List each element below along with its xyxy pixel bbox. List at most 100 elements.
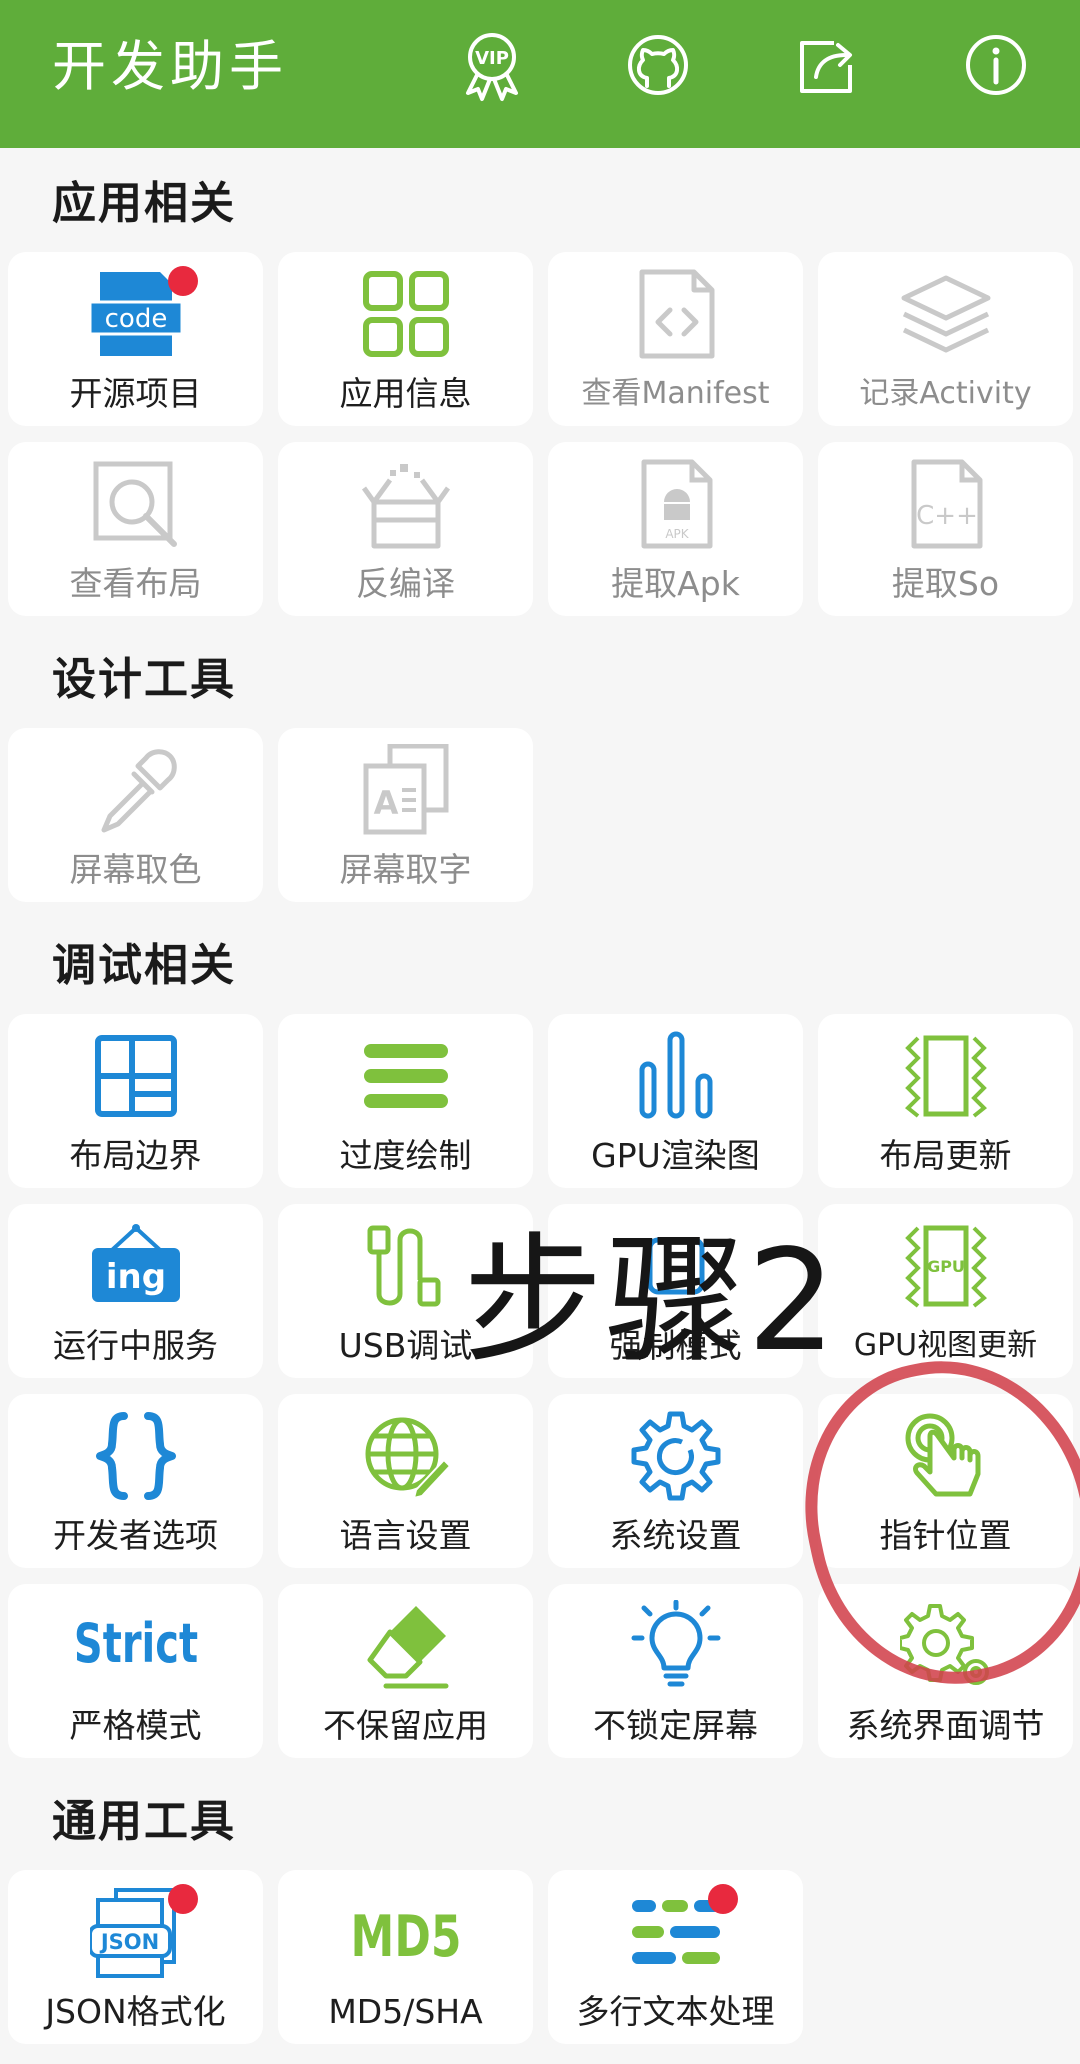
tile-extract-apk[interactable]: APK 提取Apk [548,442,803,616]
section-title-general: 通用工具 [52,1796,236,1847]
tile-label-screen-color: 屏幕取色 [69,850,202,889]
gpu-chip-icon-text: GPU [927,1257,965,1276]
cpp-file-icon: C++ [911,459,983,549]
md5-text-icon-text: MD5 [351,1905,462,1971]
tile-screen-color[interactable]: 屏幕取色 [8,728,263,902]
strict-text-icon: Strict [74,1613,198,1676]
tile-label-multiline-text: 多行文本处理 [576,1992,775,2031]
tile-extract-so[interactable]: C++ 提取So [818,442,1073,616]
globe-pencil-icon [365,1417,452,1500]
grid-icon [363,271,449,357]
tile-decompile[interactable]: 反编译 [278,442,533,616]
tile-screen-text[interactable]: A 屏幕取字 [278,728,533,902]
tile-label-stay-awake: 不锁定屏幕 [593,1706,758,1745]
tile-label-md5-sha: MD5/SHA [328,1992,483,2031]
share-button[interactable] [790,27,866,103]
tile-label-decompile: 反编译 [356,564,455,603]
gpu-chip-icon: GPU [905,1225,987,1308]
new-badge [168,1884,198,1914]
apk-file-icon-text: APK [665,527,689,541]
tile-label-developer-options: 开发者选项 [53,1516,218,1555]
ing-sign-icon: ing [92,1224,180,1302]
tile-label-system-ui-tuner: 系统界面调节 [846,1706,1045,1745]
vip-badge-text: VIP [475,48,509,69]
tile-gpu-render[interactable]: GPU渲染图 [548,1014,803,1188]
tile-layout-bounds[interactable]: 布局边界 [8,1014,263,1188]
code-file-icon-text: code [105,304,168,334]
tile-developer-options[interactable]: 开发者选项 [8,1394,263,1568]
tile-md5-sha[interactable]: MD5 MD5/SHA [278,1870,533,2044]
gear-icon [631,1411,721,1501]
tile-label-json-format: JSON格式化 [45,1992,226,2031]
step-annotation: 步骤2 [463,1220,839,1383]
section-title-app: 应用相关 [52,178,236,229]
tile-label-app-info: 应用信息 [339,374,472,413]
braces-icon [96,1412,176,1500]
github-icon [628,35,688,95]
app-bar: 开发助手 VIP [0,0,1080,148]
tile-strict-mode[interactable]: Strict 严格模式 [8,1584,263,1758]
tile-label-system-settings: 系统设置 [609,1516,742,1555]
tile-multiline-text[interactable]: 多行文本处理 [548,1870,803,2044]
tile-label-layout-update: 布局更新 [879,1136,1012,1175]
tile-label-gpu-view-update: GPU视图更新 [853,1328,1038,1363]
tile-gpu-view-update[interactable]: GPU GPU视图更新 [818,1204,1073,1378]
json-file-icon-text: JSON [99,1930,159,1954]
share-icon [800,41,852,93]
tile-label-view-manifest: 查看Manifest [581,376,770,411]
tile-label-language-settings: 语言设置 [339,1516,472,1555]
tile-language-settings[interactable]: 语言设置 [278,1394,533,1568]
tile-label-layout-bounds: 布局边界 [69,1136,202,1175]
tile-dont-keep-activities[interactable]: 不保留应用 [278,1584,533,1758]
tile-record-activity[interactable]: 记录Activity [818,252,1073,426]
md5-text-icon: MD5 [351,1905,462,1971]
tile-label-running-services: 运行中服务 [53,1326,218,1365]
bar-chart-icon [639,1031,713,1119]
tile-overdraw[interactable]: 过度绘制 [278,1014,533,1188]
tile-system-settings[interactable]: 系统设置 [548,1394,803,1568]
new-badge [168,266,198,296]
section-title-debug: 调试相关 [52,940,236,991]
eraser-icon [367,1606,449,1689]
eyedropper-icon [101,749,177,833]
section-title-design: 设计工具 [52,654,236,705]
vip-button[interactable]: VIP [454,27,530,103]
tile-json-format[interactable]: JSON JSON格式化 [8,1870,263,2044]
text-pages-icon-text: A [374,784,399,822]
tile-label-overdraw: 过度绘制 [339,1136,472,1175]
tile-view-layout[interactable]: 查看布局 [8,442,263,616]
tile-label-extract-apk: 提取Apk [611,564,740,603]
apk-file-icon: APK [641,459,713,549]
tile-label-open-source: 开源项目 [69,374,202,413]
layout-bounds-icon [95,1035,177,1117]
github-button[interactable] [620,27,696,103]
tile-label-dont-keep-activities: 不保留应用 [323,1706,488,1745]
xml-file-icon [639,269,715,359]
open-box-icon [361,464,451,549]
app-title: 开发助手 [52,35,288,98]
light-bulb-icon [631,1600,721,1687]
ing-sign-icon-text: ing [106,1257,166,1297]
strict-text-icon-text: Strict [74,1613,198,1676]
tile-label-view-layout: 查看布局 [69,564,202,603]
tile-stay-awake[interactable]: 不锁定屏幕 [548,1584,803,1758]
tile-label-screen-text: 屏幕取字 [339,850,472,889]
stacked-bars-icon [364,1044,448,1108]
vip-badge-icon: VIP [466,33,518,101]
info-button[interactable] [958,27,1034,103]
tile-label-strict-mode: 严格模式 [69,1706,202,1745]
new-badge [708,1884,738,1914]
magnifier-icon [93,461,177,547]
layers-icon [901,275,991,353]
cpp-file-icon-text: C++ [916,501,978,531]
tile-app-info[interactable]: 应用信息 [278,252,533,426]
usb-cable-icon [367,1225,441,1307]
tile-running-services[interactable]: ing 运行中服务 [8,1204,263,1378]
info-icon [966,35,1026,95]
tile-open-source[interactable]: code 开源项目 [8,252,263,426]
tile-layout-update[interactable]: 布局更新 [818,1014,1073,1188]
tile-label-extract-so: 提取So [891,564,1000,603]
tile-view-manifest[interactable]: 查看Manifest [548,252,803,426]
text-pages-icon: A [363,744,449,835]
tile-label-record-activity: 记录Activity [859,376,1032,411]
